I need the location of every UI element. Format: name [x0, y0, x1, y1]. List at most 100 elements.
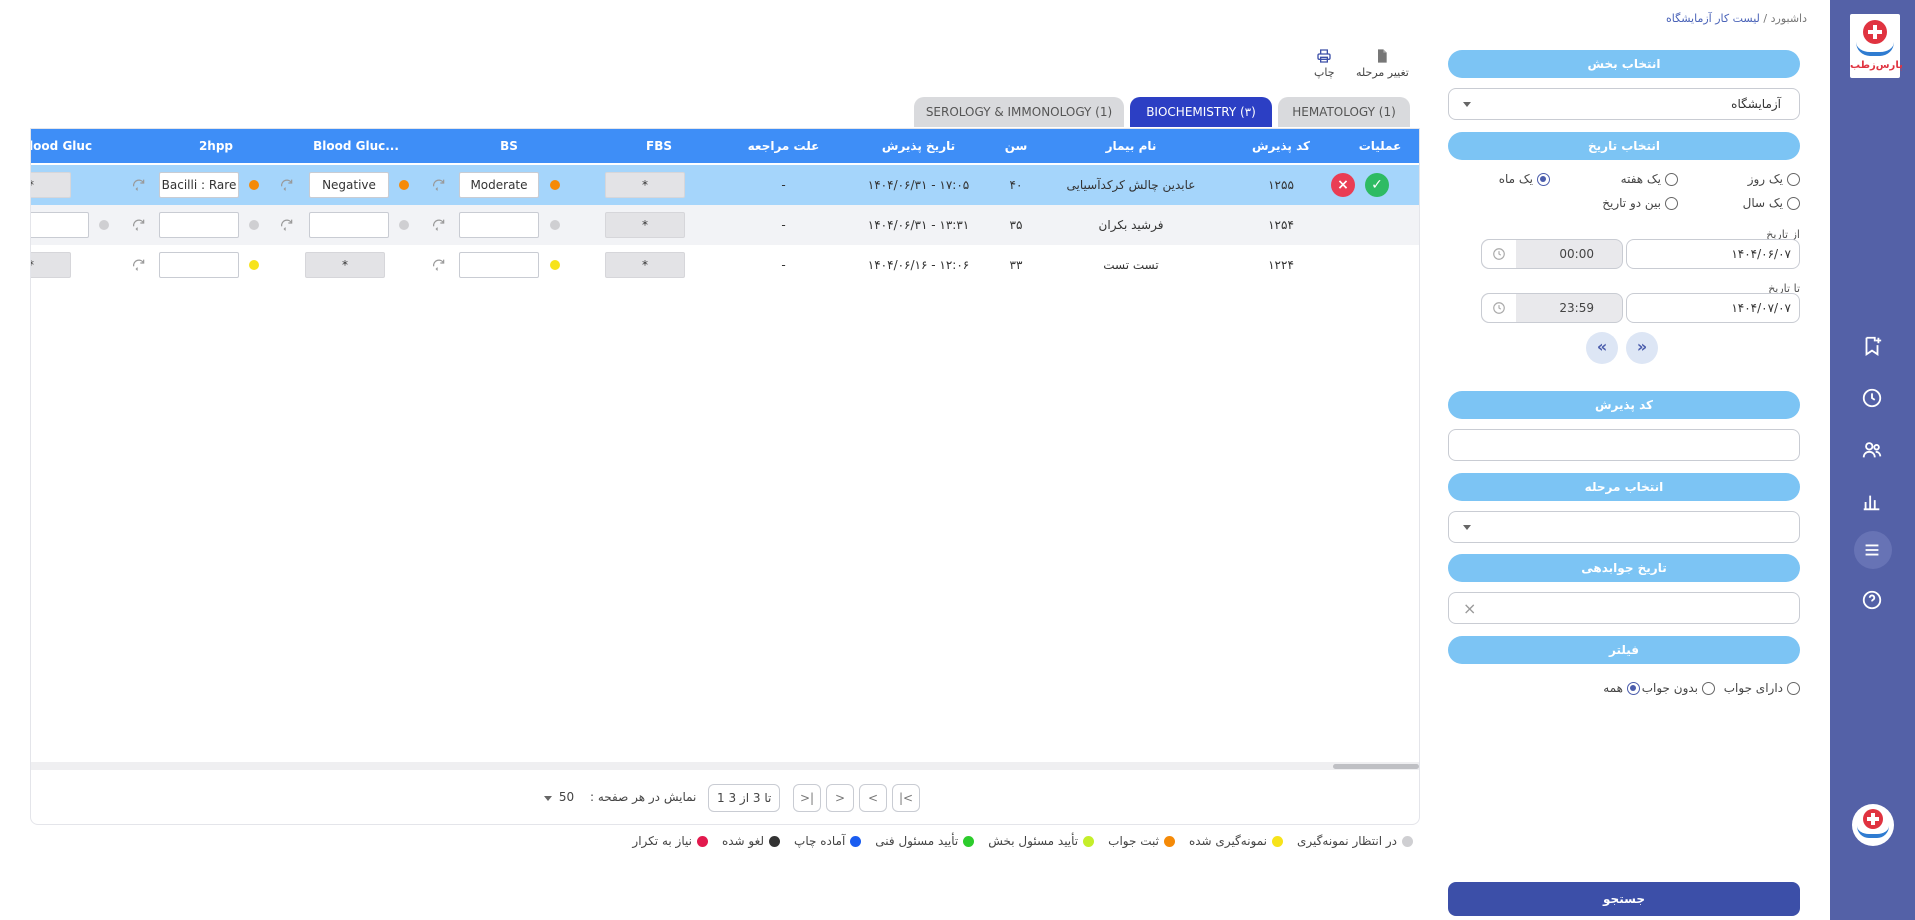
legend-item: ثبت جواب	[1108, 834, 1175, 848]
blood-glucose-2-result-input[interactable]: *	[31, 252, 71, 278]
section-select[interactable]: آزمایشگاه	[1448, 88, 1800, 120]
status-dot	[99, 220, 109, 230]
radio-one-month[interactable]: یک ماه	[1499, 172, 1550, 186]
table-header: عملیات کد پذیرش نام بیمار سن تاریخ پذیرش…	[31, 129, 1419, 163]
per-page-select[interactable]: 50	[544, 790, 574, 804]
tab-biochemistry[interactable]: BIOCHEMISTRY (۳)	[1130, 97, 1272, 127]
status-dot	[399, 220, 409, 230]
tab-serology[interactable]: SEROLOGY & IMMONOLOGY (1)	[914, 97, 1124, 127]
search-button[interactable]: جستجو	[1448, 882, 1800, 916]
breadcrumb-separator: /	[1763, 12, 1768, 25]
radio-all[interactable]: همه	[1603, 681, 1640, 695]
rerun-icon[interactable]	[431, 177, 447, 193]
answer-date-input[interactable]: ×	[1448, 592, 1800, 624]
table-row[interactable]: ۱۲۵۴ فرشید بکران ۳۵ ۱۴۰۴/۰۶/۳۱ - ۱۳:۳۱ -…	[31, 205, 1419, 245]
last-page-button[interactable]: >|	[793, 784, 821, 812]
from-date-value: ۱۴۰۴/۰۶/۰۷	[1731, 247, 1791, 261]
cell-patient-name: تست تست	[1103, 258, 1159, 272]
radio-one-year[interactable]: یک سال	[1743, 196, 1800, 210]
horizontal-scrollbar[interactable]	[31, 762, 1419, 770]
bs-result-input[interactable]	[459, 252, 539, 278]
legend-item: تأیید مسئول فنی	[875, 834, 975, 848]
cell-reception-code: ۱۲۵۵	[1268, 178, 1294, 192]
radio-circle	[1665, 172, 1678, 186]
2hpp-result-input[interactable]	[159, 212, 239, 238]
approve-check-icon[interactable]: ✓	[1365, 173, 1389, 197]
status-dot	[550, 220, 560, 230]
clock-icon[interactable]	[1857, 383, 1887, 413]
per-page-value: 50	[558, 790, 575, 804]
to-date-input[interactable]: ۱۴۰۴/۰۷/۰۷	[1626, 293, 1800, 323]
rerun-icon[interactable]	[131, 217, 147, 233]
app-logo[interactable]: پارس‌ز‌طب	[1850, 14, 1903, 78]
radio-has-answer[interactable]: دارای جواب	[1724, 681, 1800, 695]
cell-visit-reason: -	[781, 178, 786, 192]
section-select-header: انتخاب بخش	[1448, 50, 1800, 78]
col-bs: BS	[500, 139, 518, 153]
blood-glucose-2-result-input[interactable]	[31, 212, 89, 238]
breadcrumb-home[interactable]: داشبورد	[1771, 12, 1807, 25]
document-icon	[1378, 49, 1388, 63]
menu-icon[interactable]	[1857, 535, 1887, 565]
rerun-icon[interactable]	[131, 177, 147, 193]
fbs-result-input[interactable]: *	[605, 252, 685, 278]
2hpp-result-input[interactable]: Bacilli : Rare	[159, 172, 239, 198]
per-page-label: نمایش در هر صفحه :	[590, 790, 697, 804]
bookmark-add-icon[interactable]	[1857, 331, 1887, 361]
rerun-icon[interactable]	[131, 257, 147, 273]
cell-visit-reason: -	[781, 218, 786, 232]
radio-circle-checked	[1537, 172, 1550, 186]
rerun-icon[interactable]	[431, 257, 447, 273]
scrollbar-thumb[interactable]	[1333, 764, 1419, 769]
blood-glucose-result-input[interactable]	[309, 212, 389, 238]
blood-glucose-2-result-input[interactable]: *	[31, 172, 71, 198]
rerun-icon[interactable]	[279, 177, 295, 193]
fbs-result-input[interactable]: *	[605, 212, 685, 238]
date-prev-button[interactable]: «	[1626, 332, 1658, 364]
rerun-icon[interactable]	[279, 217, 295, 233]
chevron-down-icon	[1463, 525, 1471, 530]
table-row[interactable]: ✓ × ۱۲۵۵ عابدین چالش کرکدآسیایی ۴۰ ۱۴۰۴/…	[31, 165, 1419, 205]
bs-result-input[interactable]: Moderate	[459, 172, 539, 198]
first-page-button[interactable]: |<	[892, 784, 920, 812]
cell-reception-date: ۱۴۰۴/۰۶/۳۱ - ۱۳:۳۱	[867, 218, 970, 232]
stage-select[interactable]	[1448, 511, 1800, 543]
legend-item: تأیید مسئول بخش	[988, 834, 1095, 848]
blood-glucose-result-input[interactable]: *	[305, 252, 385, 278]
2hpp-result-input[interactable]	[159, 252, 239, 278]
from-time-input[interactable]: 00:00	[1481, 239, 1623, 269]
clear-icon[interactable]: ×	[1463, 599, 1476, 618]
radio-circle	[1787, 172, 1800, 186]
col-blood-glucose-2: Blood Gluc	[31, 139, 93, 153]
next-page-button[interactable]: >	[826, 784, 854, 812]
stage-select-header: انتخاب مرحله	[1448, 473, 1800, 501]
rerun-icon[interactable]	[431, 217, 447, 233]
col-patient-name: نام بیمار	[1105, 139, 1157, 153]
prev-page-button[interactable]: <	[859, 784, 887, 812]
status-dot	[550, 260, 560, 270]
bs-result-input[interactable]	[459, 212, 539, 238]
reception-code-input[interactable]	[1448, 429, 1800, 461]
help-icon[interactable]	[1857, 585, 1887, 615]
blood-glucose-result-input[interactable]: Negative	[309, 172, 389, 198]
from-date-input[interactable]: ۱۴۰۴/۰۶/۰۷	[1626, 239, 1800, 269]
filter-header: فیلتر	[1448, 636, 1800, 664]
status-dot	[249, 260, 259, 270]
change-stage-button[interactable]: تغییر مرحله	[1356, 48, 1409, 79]
tab-hematology[interactable]: HEMATOLOGY (1)	[1278, 97, 1410, 127]
radio-between-dates[interactable]: بین دو تاریخ	[1602, 196, 1678, 210]
fbs-result-input[interactable]: *	[605, 172, 685, 198]
radio-one-day[interactable]: یک روز	[1748, 172, 1800, 186]
table-row[interactable]: ۱۲۲۴ تست تست ۳۳ ۱۴۰۴/۰۶/۱۶ - ۱۲:۰۶ - * *…	[31, 245, 1419, 285]
chevron-down-icon	[544, 796, 552, 801]
date-next-button[interactable]: »	[1586, 332, 1618, 364]
radio-no-answer[interactable]: بدون جواب	[1642, 681, 1715, 695]
print-button[interactable]: چاپ	[1314, 48, 1335, 79]
radio-one-week[interactable]: یک هفته	[1621, 172, 1678, 186]
support-chat-button[interactable]	[1852, 804, 1894, 846]
users-icon[interactable]	[1857, 435, 1887, 465]
col-2hpp: 2hpp	[198, 139, 234, 153]
bar-chart-icon[interactable]	[1857, 487, 1887, 517]
col-blood-glucose-1: Blood Gluc...	[313, 139, 399, 153]
to-time-input[interactable]: 23:59	[1481, 293, 1623, 323]
